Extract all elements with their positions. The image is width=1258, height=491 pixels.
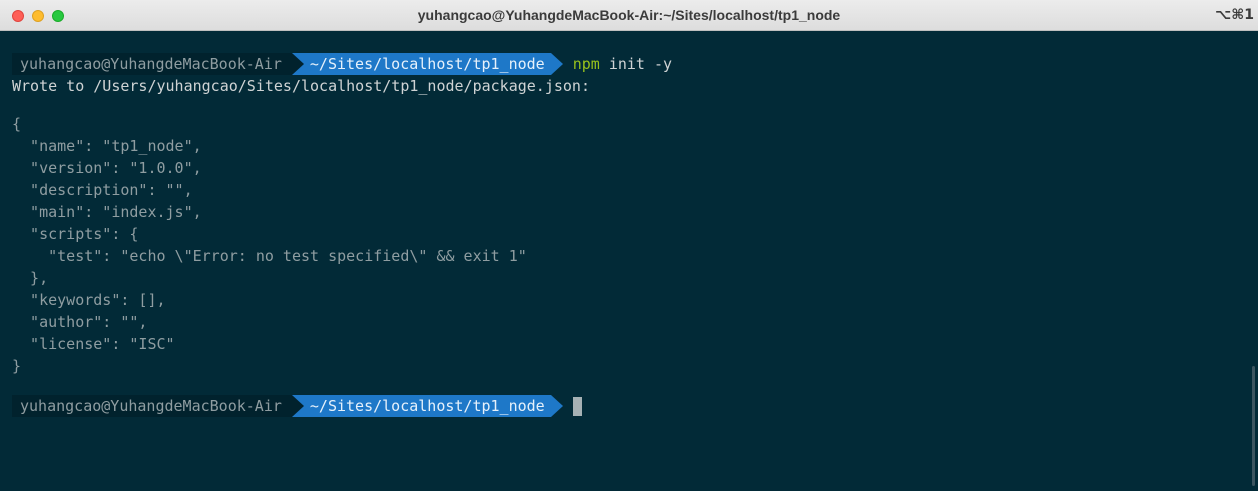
command-args: init -y: [599, 55, 673, 73]
text-cursor[interactable]: [572, 396, 582, 416]
prompt-end-icon: [550, 395, 563, 417]
json-line: "test": "echo \"Error: no test specified…: [12, 247, 527, 265]
json-line: "version": "1.0.0",: [12, 159, 202, 177]
json-line: {: [12, 115, 22, 133]
prompt-end-icon: [550, 53, 563, 75]
scrollbar[interactable]: [1252, 366, 1255, 486]
title-bar[interactable]: yuhangcao@YuhangdeMacBook-Air:~/Sites/lo…: [0, 0, 1258, 31]
prompt-directory: ~/Sites/localhost/tp1_node: [303, 395, 551, 417]
prompt-separator-icon: [291, 53, 304, 75]
prompt-user: yuhangcao@YuhangdeMacBook-Air: [12, 395, 292, 417]
json-line: "description": "",: [12, 181, 193, 199]
terminal-content[interactable]: yuhangcao@YuhangdeMacBook-Air ~/Sites/loc…: [0, 31, 1258, 491]
window-title: yuhangcao@YuhangdeMacBook-Air:~/Sites/lo…: [417, 7, 841, 23]
window-shortcut: ⌥⌘1: [1215, 7, 1254, 23]
terminal-window: yuhangcao@YuhangdeMacBook-Air:~/Sites/lo…: [0, 0, 1258, 491]
prompt-user: yuhangcao@YuhangdeMacBook-Air: [12, 53, 292, 75]
command-name: npm: [572, 55, 600, 73]
json-line: "main": "index.js",: [12, 203, 202, 221]
json-line: "name": "tp1_node",: [12, 137, 202, 155]
json-line: "scripts": {: [12, 225, 139, 243]
json-line: "keywords": [],: [12, 291, 166, 309]
prompt-line-1: yuhangcao@YuhangdeMacBook-Air ~/Sites/loc…: [12, 53, 672, 75]
prompt-line-2: yuhangcao@YuhangdeMacBook-Air ~/Sites/loc…: [12, 395, 582, 417]
prompt-directory: ~/Sites/localhost/tp1_node: [303, 53, 551, 75]
json-line: }: [12, 357, 22, 375]
json-line: "author": "",: [12, 313, 148, 331]
json-line: },: [12, 269, 49, 287]
json-line: "license": "ISC": [12, 335, 175, 353]
prompt-separator-icon: [291, 395, 304, 417]
output-wrote-line: Wrote to /Users/yuhangcao/Sites/localhos…: [12, 77, 590, 95]
